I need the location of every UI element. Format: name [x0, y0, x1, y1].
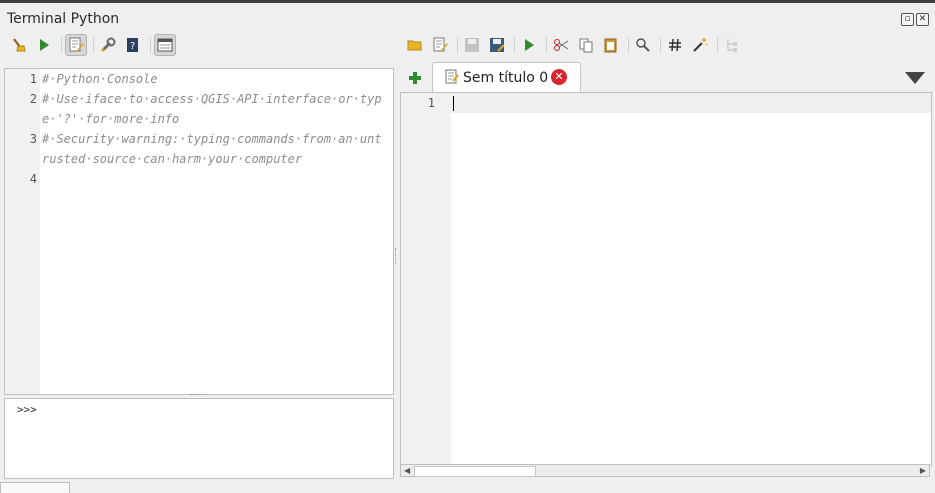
console-text: #·Python·Console #·Use·iface·to·access·Q…: [42, 69, 387, 169]
copy-button[interactable]: [575, 34, 597, 56]
comment-button[interactable]: [664, 34, 686, 56]
tree-icon: [727, 39, 737, 52]
tab-list-menu-icon[interactable]: [905, 72, 925, 84]
clear-console-button[interactable]: [8, 34, 30, 56]
run-script-button[interactable]: [518, 34, 540, 56]
toolbar-separator: [717, 37, 718, 53]
splitter-handle-vertical[interactable]: [395, 248, 398, 264]
splitter-handle[interactable]: [190, 394, 206, 397]
bottom-dock-tab[interactable]: [0, 482, 70, 493]
toolbar-separator: [457, 37, 458, 53]
play-icon: [40, 39, 49, 51]
tab-label: Sem título 0: [463, 70, 549, 86]
toolbar-separator: [514, 37, 515, 53]
dock-toggle-button[interactable]: [154, 34, 176, 56]
close-icon[interactable]: ✕: [916, 13, 929, 26]
console-line: #·Python·Console: [42, 72, 158, 86]
play-icon: [525, 39, 534, 51]
line-number: 1: [427, 96, 435, 110]
edit-script-icon: [433, 37, 448, 52]
float-icon[interactable]: ▫: [901, 13, 914, 26]
paste-button[interactable]: [600, 34, 622, 56]
magic-wand-icon: [693, 38, 708, 52]
line-number-gutter: 1: [401, 93, 451, 465]
console-line: #·Security·warning:·typing·commands·from…: [42, 132, 382, 146]
run-command-button[interactable]: [33, 34, 55, 56]
panel-title: Terminal Python: [7, 11, 120, 27]
console-line-wrap: e·'?'·for·more·info: [42, 112, 180, 126]
object-inspector-button[interactable]: [721, 34, 743, 56]
plus-icon: [409, 72, 421, 84]
editor-icon: [69, 37, 84, 52]
top-strip: [0, 0, 935, 3]
console-line: #·Use·iface·to·access·QGIS·API·interface…: [42, 92, 382, 106]
console-line-wrap: rusted·source·can·harm·your·computer: [42, 152, 303, 166]
close-tab-icon[interactable]: ✕: [551, 69, 567, 85]
save-icon: [465, 38, 479, 52]
save-as-button[interactable]: [486, 34, 508, 56]
line-number: 1: [29, 72, 37, 86]
toolbar-separator: [628, 37, 629, 53]
editor-toolbar: [404, 34, 746, 56]
wrench-icon: [100, 37, 116, 53]
svg-text:?: ?: [130, 41, 135, 52]
save-as-icon: [490, 38, 505, 52]
help-button[interactable]: ?: [122, 34, 144, 56]
horizontal-scrollbar[interactable]: ◀ ▶: [400, 464, 930, 477]
toolbar-separator: [150, 37, 151, 53]
paste-icon: [604, 38, 617, 53]
folder-open-icon: [407, 40, 422, 51]
format-button[interactable]: [689, 34, 711, 56]
line-number: 3: [29, 132, 37, 146]
scroll-right-icon[interactable]: ▶: [920, 465, 926, 476]
text-caret: [453, 96, 454, 111]
toolbar-separator: [660, 37, 661, 53]
line-number: 4: [29, 172, 37, 186]
scissors-icon: [554, 39, 569, 51]
toolbar-separator: [546, 37, 547, 53]
open-script-button[interactable]: [404, 34, 426, 56]
console-output[interactable]: 1 2 3 4 #·Python·Console #·Use·iface·to·…: [4, 68, 394, 395]
window-icon: [157, 38, 173, 52]
show-editor-button[interactable]: [65, 34, 87, 56]
console-input[interactable]: >>>: [4, 398, 394, 479]
toolbar-separator: [61, 37, 62, 53]
line-number: 2: [29, 92, 37, 106]
scrollbar-thumb[interactable]: [414, 466, 536, 477]
hash-icon: [669, 38, 681, 52]
console-toolbar: ?: [8, 34, 179, 56]
code-editor[interactable]: 1: [400, 92, 932, 466]
save-button[interactable]: [461, 34, 483, 56]
tab-sem-titulo-0[interactable]: Sem título 0 ✕: [432, 62, 581, 92]
help-book-icon: ?: [127, 38, 138, 52]
options-button[interactable]: [97, 34, 119, 56]
copy-icon: [579, 38, 593, 53]
open-in-editor-button[interactable]: [429, 34, 451, 56]
find-button[interactable]: [632, 34, 654, 56]
console-prompt: >>>: [17, 403, 37, 416]
script-file-icon: [445, 69, 459, 84]
broom-icon: [13, 38, 26, 52]
scroll-left-icon[interactable]: ◀: [404, 465, 410, 476]
new-tab-button[interactable]: [407, 70, 423, 90]
current-line-highlight: [451, 93, 931, 113]
cut-button[interactable]: [550, 34, 572, 56]
editor-tab-bar: Sem título 0 ✕: [400, 62, 930, 92]
toolbar-separator: [93, 37, 94, 53]
line-number-gutter: 1 2 3 4: [5, 69, 40, 394]
search-icon: [636, 38, 650, 52]
